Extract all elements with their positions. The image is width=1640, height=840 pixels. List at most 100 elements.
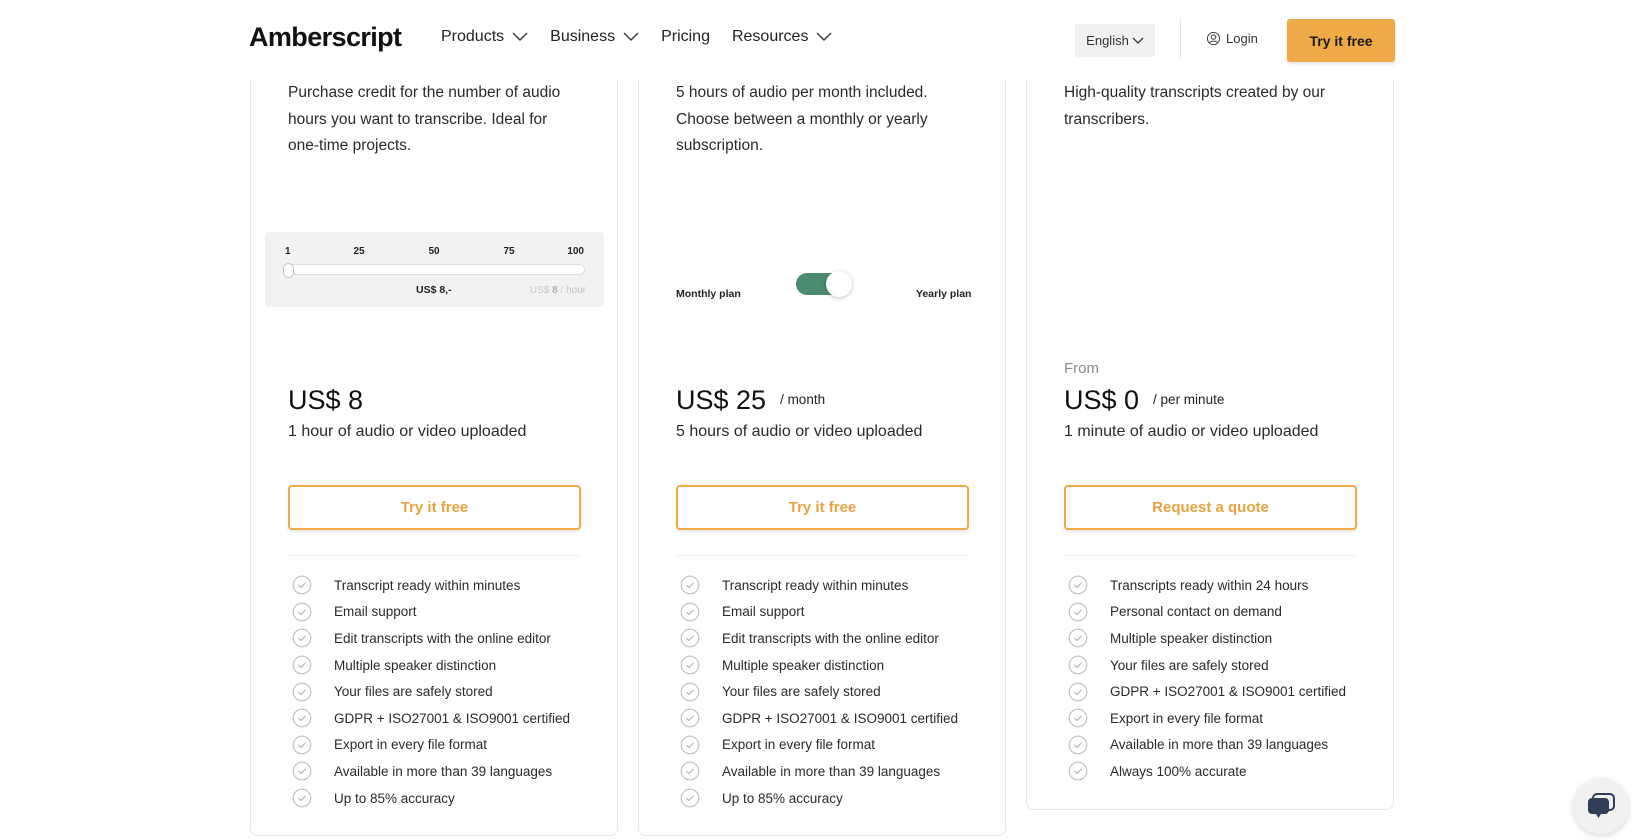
check-circle-icon [1068, 629, 1088, 648]
slider-tick: 100 [567, 246, 584, 257]
check-circle-icon [1068, 602, 1088, 622]
toggle-knob [826, 271, 852, 297]
feature-text: Export in every file format [334, 737, 488, 753]
chat-bubbles-icon [1588, 793, 1615, 818]
amberscript-logo[interactable]: Amberscript [249, 22, 402, 53]
plan-description: High-quality transcripts created by our … [1064, 84, 1326, 128]
feature-item: Personal contact on demand [1064, 599, 1346, 626]
feature-item: Export in every file format [676, 732, 958, 759]
check-circle-icon [680, 735, 700, 755]
feature-list: Transcript ready within minutes Email sup… [676, 572, 958, 811]
check-circle-icon [292, 788, 312, 808]
nav-products[interactable]: Products [441, 28, 528, 46]
check-circle-icon [680, 655, 700, 675]
feature-text: Export in every file format [1110, 710, 1264, 726]
nav-pricing-label: Pricing [661, 28, 710, 45]
feature-text: Multiple speaker distinction [1110, 630, 1273, 646]
feature-item: Up to 85% accuracy [676, 785, 958, 812]
feature-text: Personal contact on demand [1110, 604, 1282, 620]
header-divider [1180, 20, 1181, 58]
slider-tick: 75 [503, 246, 515, 257]
check-circle-icon [680, 708, 700, 728]
login-link[interactable]: Login [1206, 31, 1258, 46]
feature-item: Export in every file format [1064, 705, 1346, 732]
feature-text: Edit transcripts with the online editor [334, 630, 551, 646]
user-circle-icon [1206, 31, 1221, 46]
check-circle-icon [680, 575, 700, 595]
hours-slider-panel: 1 25 50 75 100 US$ 8,- US$ 8 / hour [265, 232, 604, 307]
try-it-free-header-button[interactable]: Try it free [1287, 19, 1395, 62]
price-subtitle: 1 hour of audio or video uploaded [288, 423, 527, 440]
site-header: Amberscript Products Business Pricing Re… [0, 0, 1640, 80]
check-circle-icon [680, 682, 700, 702]
divider [288, 555, 581, 556]
hours-slider-track[interactable] [283, 263, 585, 278]
plan-price: US$ 25 / month [676, 385, 825, 416]
feature-item: Your files are safely stored [1064, 652, 1346, 679]
feature-text: Transcript ready within minutes [334, 577, 521, 593]
feature-text: Export in every file format [722, 737, 876, 753]
rate-value: 8 [552, 285, 558, 296]
feature-text: Your files are safely stored [334, 684, 493, 700]
slider-tick: 50 [428, 246, 440, 257]
from-label: From [1064, 360, 1099, 377]
feature-item: Available in more than 39 languages [288, 758, 570, 785]
feature-item: Edit transcripts with the online editor [676, 625, 958, 652]
feature-item: Transcript ready within minutes [676, 572, 958, 599]
nav-resources-label: Resources [731, 28, 809, 45]
feature-item: Export in every file format [288, 732, 570, 759]
language-label: English [1086, 33, 1129, 48]
check-circle-icon [680, 602, 700, 622]
feature-item: Up to 85% accuracy [288, 785, 570, 812]
hours-slider-thumb[interactable] [283, 263, 294, 278]
billing-toggle[interactable] [796, 271, 852, 297]
feature-item: Always 100% accurate [1064, 758, 1346, 785]
rate-prefix: US$ [529, 285, 550, 296]
feature-item: Available in more than 39 languages [676, 758, 958, 785]
login-label: Login [1226, 31, 1258, 46]
feature-item: Multiple speaker distinction [676, 652, 958, 679]
check-circle-icon [1068, 762, 1088, 781]
feature-text: Always 100% accurate [1110, 763, 1247, 779]
yearly-plan-label[interactable]: Yearly plan [916, 288, 971, 300]
feature-text: Edit transcripts with the online editor [722, 630, 939, 646]
feature-text: Transcripts ready within 24 hours [1110, 577, 1309, 593]
slider-price: US$ 8,- [416, 284, 452, 296]
price-subtitle: 1 minute of audio or video uploaded [1064, 423, 1319, 440]
price-subtitle: 5 hours of audio or video uploaded [676, 423, 923, 440]
check-circle-icon [292, 602, 312, 622]
check-circle-icon [680, 762, 700, 781]
feature-text: Email support [722, 604, 805, 620]
check-circle-icon [1068, 682, 1088, 702]
nav-business[interactable]: Business [550, 28, 639, 46]
feature-item: GDPR + ISO27001 & ISO9001 certified [1064, 678, 1346, 705]
feature-item: Your files are safely stored [288, 678, 570, 705]
chat-widget-button[interactable] [1573, 778, 1629, 834]
monthly-plan-label[interactable]: Monthly plan [676, 288, 741, 300]
rate-suffix: / hour [560, 285, 586, 296]
try-it-free-button[interactable]: Try it free [676, 485, 969, 530]
price-period: / month [780, 392, 826, 407]
try-it-free-button[interactable]: Try it free [288, 485, 581, 530]
check-circle-icon [292, 708, 312, 728]
feature-item: Multiple speaker distinction [288, 652, 570, 679]
chevron-down-icon [1132, 37, 1144, 44]
feature-item: Transcript ready within minutes [288, 572, 570, 599]
feature-item: GDPR + ISO27001 & ISO9001 certified [288, 705, 570, 732]
nav-pricing[interactable]: Pricing [661, 28, 710, 46]
check-circle-icon [292, 629, 312, 648]
chevron-down-icon [816, 32, 832, 41]
check-circle-icon [680, 629, 700, 648]
slider-tick: 25 [353, 246, 365, 257]
check-circle-icon [292, 575, 312, 595]
feature-item: Edit transcripts with the online editor [288, 625, 570, 652]
language-select[interactable]: English [1075, 24, 1155, 57]
nav-resources[interactable]: Resources [732, 28, 832, 46]
feature-list: Transcript ready within minutes Email sup… [288, 572, 570, 811]
feature-text: Available in more than 39 languages [722, 763, 941, 779]
plan-description: Purchase credit for the number of audio … [288, 84, 561, 154]
feature-text: Up to 85% accuracy [722, 790, 843, 806]
plan-price: US$ 8 [288, 385, 363, 416]
feature-item: Transcripts ready within 24 hours [1064, 572, 1346, 599]
request-quote-button[interactable]: Request a quote [1064, 485, 1357, 530]
